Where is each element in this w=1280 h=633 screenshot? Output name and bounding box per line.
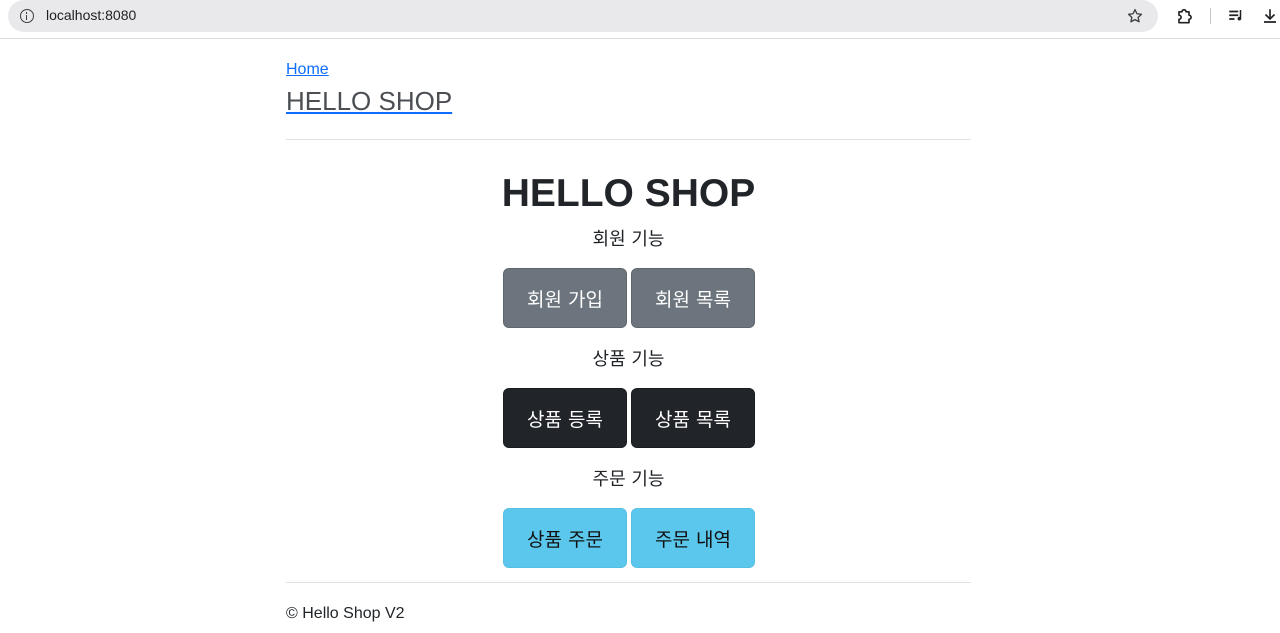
media-icon[interactable] — [1225, 5, 1247, 27]
info-icon[interactable] — [20, 9, 34, 23]
order-history-button[interactable]: 주문 내역 — [631, 508, 755, 568]
footer-text: © Hello Shop V2 — [286, 605, 405, 622]
order-buttons: 상품 주문 주문 내역 — [503, 508, 755, 568]
download-icon[interactable] — [1259, 5, 1280, 27]
member-buttons: 회원 가입 회원 목록 — [503, 268, 755, 328]
toolbar-divider — [1210, 8, 1211, 24]
home-link[interactable]: Home — [286, 61, 329, 79]
footer-divider — [286, 582, 971, 583]
order-create-button[interactable]: 상품 주문 — [503, 508, 627, 568]
header-divider — [286, 139, 971, 140]
item-buttons: 상품 등록 상품 목록 — [503, 388, 755, 448]
member-join-button[interactable]: 회원 가입 — [503, 268, 627, 328]
browser-toolbar: localhost:8080 — [0, 0, 1280, 39]
order-section-label: 주문 기능 — [592, 469, 665, 490]
member-section-label: 회원 기능 — [592, 229, 665, 250]
brand-link[interactable]: HELLO SHOP — [286, 86, 452, 117]
item-list-button[interactable]: 상품 목록 — [631, 388, 755, 448]
item-section-label: 상품 기능 — [592, 349, 665, 370]
member-list-button[interactable]: 회원 목록 — [631, 268, 755, 328]
item-register-button[interactable]: 상품 등록 — [503, 388, 627, 448]
url-text[interactable]: localhost:8080 — [46, 7, 136, 23]
star-icon[interactable] — [1124, 5, 1146, 27]
address-bar[interactable]: localhost:8080 — [8, 0, 1158, 32]
extensions-icon[interactable] — [1173, 5, 1195, 27]
page-title: HELLO SHOP — [501, 172, 756, 215]
